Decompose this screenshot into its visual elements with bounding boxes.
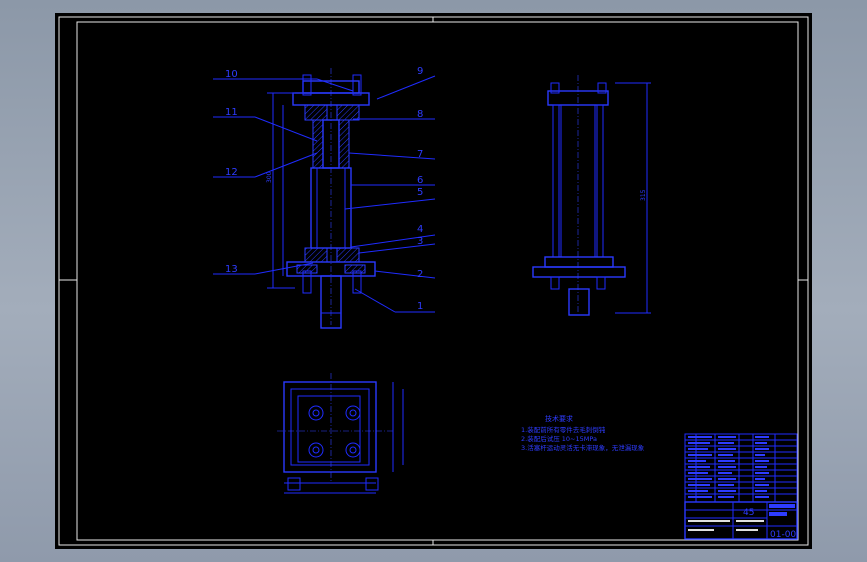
tech-req-title: 技术要求 [545,414,573,423]
cad-drawing: 300 10 11 12 13 9 8 7 6 5 4 3 2 1 315 技术… [58,16,809,546]
balloon-13: 13 [225,264,238,275]
material-label: 45 [743,508,754,518]
tech-req-line-1: 1.装配前所有零件去毛刺倒钝 [521,425,606,434]
drawing-number: 01-00 [770,530,796,540]
balloon-10: 10 [225,69,238,80]
drawing-sheet: 300 10 11 12 13 9 8 7 6 5 4 3 2 1 315 技术… [55,13,812,549]
balloon-5: 5 [417,187,423,198]
parts-list [684,433,798,503]
balloon-12: 12 [225,167,238,178]
balloon-1: 1 [417,301,423,312]
svg-text:315: 315 [640,189,647,201]
side-view: 315 [532,75,651,316]
balloon-3: 3 [417,236,423,247]
balloon-6: 6 [417,175,423,186]
inner-frame [76,21,799,541]
balloon-2: 2 [417,269,423,280]
section-view: 300 [266,68,376,329]
tech-req-line-3: 3.活塞杆运动灵活无卡滞现象，无泄漏现象 [521,443,645,452]
balloon-11: 11 [225,107,238,118]
balloon-labels: 10 11 12 13 9 8 7 6 5 4 3 2 1 [225,66,423,312]
balloon-9: 9 [417,66,423,77]
svg-text:300: 300 [266,171,273,183]
technical-requirements: 技术要求 1.装配前所有零件去毛刺倒钝 2.装配后试压 10~15MPa 3.活… [521,414,645,452]
tech-req-line-2: 2.装配后试压 10~15MPa [521,434,597,443]
balloon-7: 7 [417,149,423,160]
balloon-4: 4 [417,224,423,235]
top-view [277,373,404,494]
balloon-8: 8 [417,109,423,120]
title-block: 45 01-00 [684,501,798,540]
